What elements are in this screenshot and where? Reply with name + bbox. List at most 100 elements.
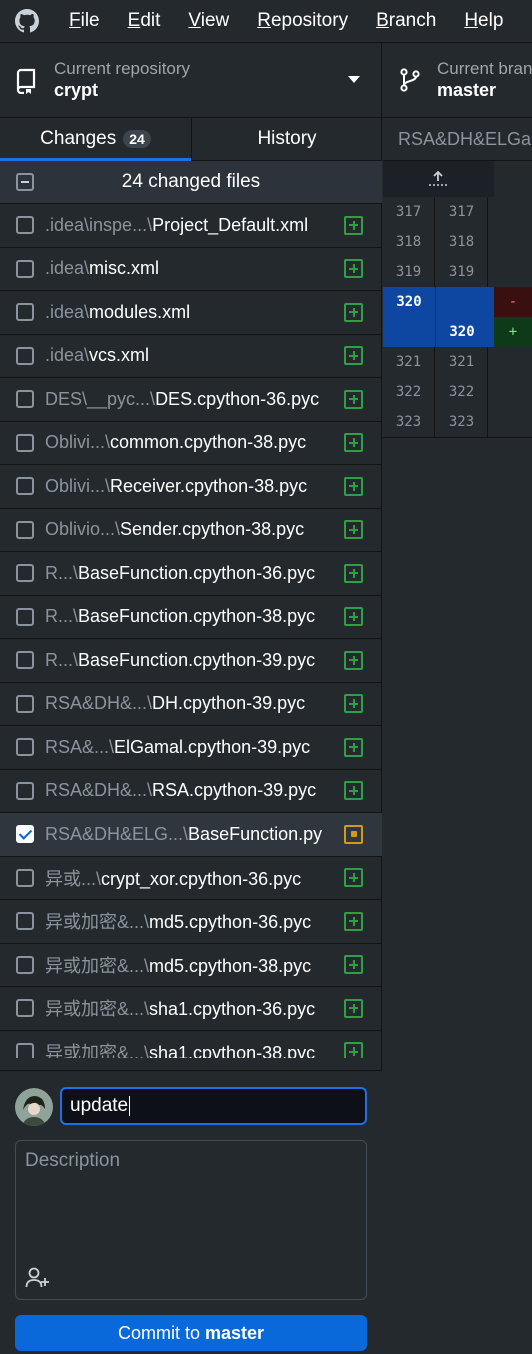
file-checkbox[interactable] <box>16 390 34 409</box>
diff-file-header: RSA&DH&ELGamal <box>383 118 532 161</box>
file-checkbox[interactable] <box>16 781 34 800</box>
file-row[interactable]: .idea\misc.xml <box>0 248 382 291</box>
file-checkbox[interactable] <box>16 825 34 844</box>
commit-description-field[interactable]: Description <box>15 1140 367 1300</box>
file-added-icon <box>344 520 363 540</box>
file-row[interactable]: R...\BaseFunction.cpython-38.pyc <box>0 596 382 639</box>
menu-edit[interactable]: Edit <box>128 0 161 42</box>
file-added-icon <box>344 215 363 235</box>
file-checkbox[interactable] <box>16 738 34 757</box>
diff-line[interactable]: 321 321 <box>383 347 532 377</box>
menu-file[interactable]: File <box>69 0 100 42</box>
file-checkbox[interactable] <box>16 520 34 539</box>
file-added-icon <box>344 607 363 627</box>
file-checkbox[interactable] <box>16 346 34 365</box>
file-path: RSA&DH&...\DH.cpython-39.pyc <box>45 693 335 714</box>
file-name: BaseFunction.cpython-39.pyc <box>78 649 316 670</box>
diff-line[interactable]: 320 - <box>383 287 532 317</box>
file-name: misc.xml <box>89 258 160 279</box>
file-row[interactable]: Oblivi...\common.cpython-38.pyc <box>0 422 382 465</box>
file-directory: 异或加密&...\ <box>45 912 150 933</box>
file-added-icon <box>344 563 363 583</box>
diff-change-marker <box>494 197 532 227</box>
file-checkbox[interactable] <box>16 433 34 452</box>
file-directory: .idea\ <box>45 258 90 279</box>
file-added-icon <box>344 737 363 757</box>
file-checkbox[interactable] <box>16 607 34 626</box>
diff-line[interactable]: 322 322 <box>383 377 532 407</box>
tab-changes[interactable]: Changes 24 <box>0 118 191 161</box>
file-row[interactable]: RSA&...\ElGamal.cpython-39.pyc <box>0 726 382 770</box>
commit-summary-input[interactable]: update <box>60 1087 367 1125</box>
current-branch-button[interactable]: Current branch master <box>383 43 532 118</box>
file-row[interactable]: Oblivi...\Receiver.cpython-38.pyc <box>0 465 382 509</box>
file-row[interactable]: .idea\modules.xml <box>0 291 382 335</box>
new-line-number: 322 <box>436 377 488 407</box>
diff-line[interactable]: 318 318 <box>383 227 532 257</box>
file-row[interactable]: 异或加密&...\md5.cpython-38.pyc <box>0 944 382 987</box>
file-directory: RSA&DH&...\ <box>45 780 153 801</box>
file-checkbox[interactable] <box>16 564 34 583</box>
file-added-icon <box>344 955 363 975</box>
select-all-checkbox[interactable] <box>16 173 34 191</box>
menu-view[interactable]: View <box>188 0 229 42</box>
current-repository-label: Current repository <box>54 59 191 78</box>
file-checkbox[interactable] <box>16 868 34 887</box>
file-path: R...\BaseFunction.cpython-36.pyc <box>45 563 335 584</box>
tab-history[interactable]: History <box>191 118 382 160</box>
new-line-number: 319 <box>436 257 488 287</box>
diff-line[interactable]: 317 317 <box>383 197 532 227</box>
current-repository-button[interactable]: Current repository crypt <box>0 43 382 118</box>
file-row[interactable]: .idea\vcs.xml <box>0 335 382 378</box>
file-row[interactable]: RSA&DH&ELG...\BaseFunction.py <box>0 813 382 857</box>
file-name: BaseFunction.cpython-38.pyc <box>78 606 316 627</box>
file-row[interactable]: RSA&DH&...\RSA.cpython-39.pyc <box>0 770 382 813</box>
changed-files-count: 24 changed files <box>121 171 261 192</box>
file-row[interactable]: 异或加密&...\sha1.cpython-36.pyc <box>0 987 382 1031</box>
file-row[interactable]: R...\BaseFunction.cpython-36.pyc <box>0 552 382 596</box>
repo-icon <box>16 68 36 94</box>
file-path: R...\BaseFunction.cpython-39.pyc <box>45 650 335 671</box>
file-directory: 异或加密&...\ <box>45 1042 150 1058</box>
file-checkbox[interactable] <box>16 694 34 713</box>
file-path: RSA&...\ElGamal.cpython-39.pyc <box>45 737 335 758</box>
diff-line[interactable]: 320 + <box>383 317 532 347</box>
file-checkbox[interactable] <box>16 999 34 1018</box>
file-directory: .idea\inspe...\ <box>45 214 153 235</box>
new-line-number: 317 <box>436 197 488 227</box>
file-checkbox[interactable] <box>16 912 34 931</box>
menu-repository[interactable]: Repository <box>257 0 348 42</box>
file-row[interactable]: Oblivio...\Sender.cpython-38.pyc <box>0 509 382 552</box>
file-directory: 异或加密&...\ <box>45 955 150 976</box>
file-added-icon <box>344 259 363 279</box>
diff-line[interactable]: 323 323 <box>383 407 532 437</box>
person-add-icon[interactable] <box>25 1267 51 1289</box>
file-checkbox[interactable] <box>16 477 34 496</box>
file-checkbox[interactable] <box>16 303 34 322</box>
commit-area: update Description Commit to master <box>0 1070 382 1354</box>
file-added-icon <box>344 302 363 322</box>
expand-up-button[interactable] <box>383 161 494 197</box>
file-checkbox[interactable] <box>16 216 34 235</box>
file-row[interactable]: DES\__pyc...\DES.cpython-36.pyc <box>0 378 382 422</box>
file-directory: R...\ <box>45 606 79 627</box>
old-line-number: 318 <box>383 227 435 257</box>
menu-branch[interactable]: Branch <box>376 0 436 42</box>
file-row[interactable]: 异或加密&...\md5.cpython-36.pyc <box>0 900 382 944</box>
menu-accelerator: H <box>464 10 479 31</box>
file-checkbox[interactable] <box>16 651 34 670</box>
commit-button[interactable]: Commit to master <box>15 1315 367 1351</box>
file-row[interactable]: 异或加密&...\sha1.cpython-38.pyc <box>0 1031 382 1058</box>
file-row[interactable]: R...\BaseFunction.cpython-39.pyc <box>0 639 382 683</box>
file-row[interactable]: RSA&DH&...\DH.cpython-39.pyc <box>0 683 382 726</box>
menu-help[interactable]: Help <box>464 0 503 42</box>
file-directory: Oblivio...\ <box>45 519 121 540</box>
file-row[interactable]: .idea\inspe...\Project_Default.xml <box>0 204 382 248</box>
file-checkbox[interactable] <box>16 259 34 278</box>
old-line-number: 321 <box>383 347 435 377</box>
diff-line[interactable]: 319 319 <box>383 257 532 287</box>
file-checkbox[interactable] <box>16 1042 34 1058</box>
file-checkbox[interactable] <box>16 955 34 974</box>
file-row[interactable]: 异或...\crypt_xor.cpython-36.pyc <box>0 857 382 900</box>
tab-bar: Changes 24 History <box>0 118 382 161</box>
